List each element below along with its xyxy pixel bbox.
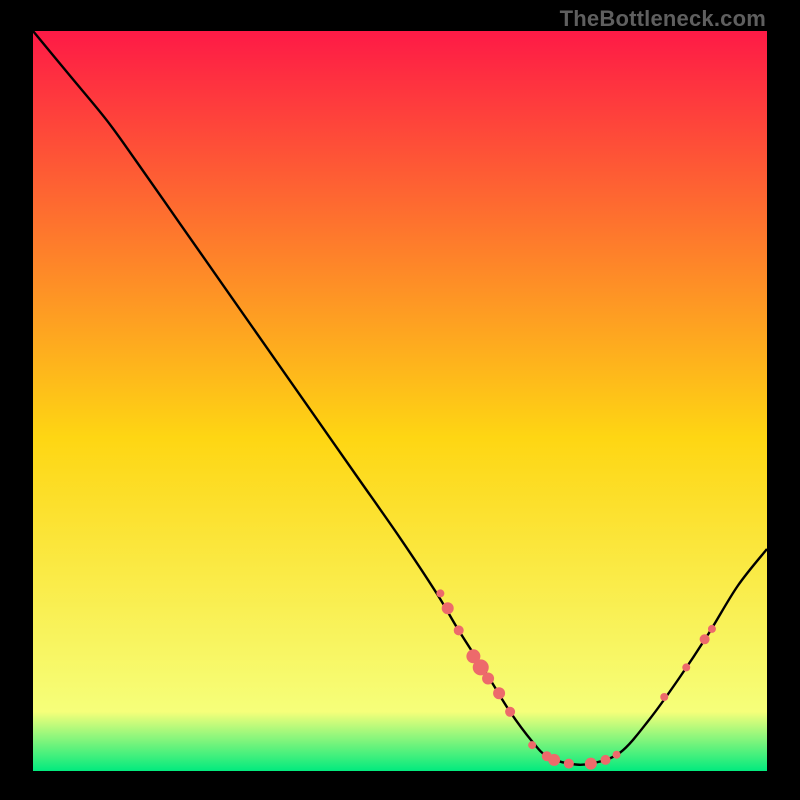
data-marker <box>708 625 716 633</box>
data-marker <box>454 625 464 635</box>
data-marker <box>436 589 444 597</box>
data-marker <box>528 741 536 749</box>
data-marker <box>493 687 505 699</box>
data-marker <box>682 663 690 671</box>
data-marker <box>660 693 668 701</box>
data-marker <box>482 673 494 685</box>
data-marker <box>564 759 574 769</box>
data-marker <box>548 754 560 766</box>
data-marker <box>505 707 515 717</box>
data-marker <box>601 755 611 765</box>
watermark-text: TheBottleneck.com <box>560 6 766 32</box>
data-marker <box>613 751 621 759</box>
data-marker <box>585 758 597 770</box>
chart-svg <box>33 31 767 771</box>
data-marker <box>700 634 710 644</box>
data-marker <box>442 602 454 614</box>
plot-area <box>33 31 767 771</box>
gradient-bg <box>33 31 767 771</box>
chart-frame: TheBottleneck.com <box>0 0 800 800</box>
